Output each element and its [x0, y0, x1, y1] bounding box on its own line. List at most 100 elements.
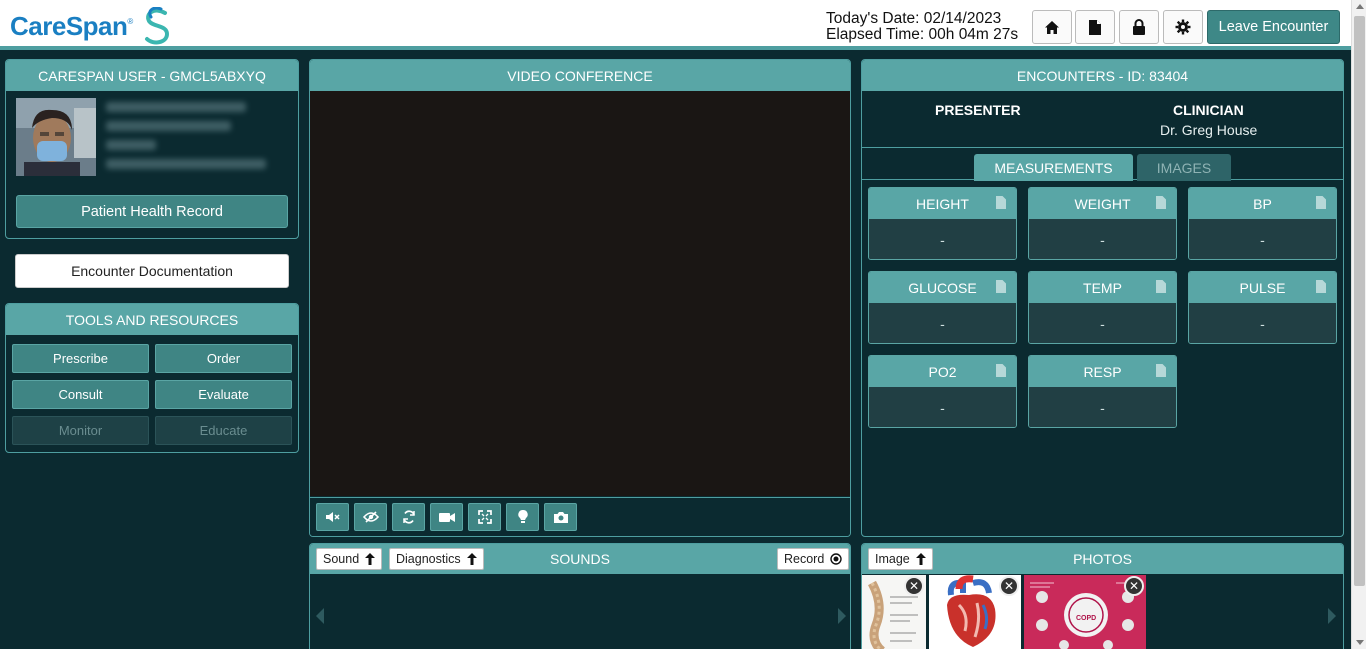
switch-camera-button[interactable]	[392, 503, 425, 531]
consult-button[interactable]: Consult	[12, 380, 149, 409]
video-controls-bar	[310, 497, 850, 536]
video-conference-panel: VIDEO CONFERENCE	[309, 59, 851, 537]
record-button-label: Record	[784, 552, 825, 566]
measurement-value: -	[1189, 303, 1336, 343]
scrollbar-thumb[interactable]	[1354, 16, 1365, 586]
measurement-value: -	[1029, 219, 1176, 259]
measurement-value: -	[1189, 219, 1336, 259]
measurement-value: -	[1029, 387, 1176, 427]
measurement-bp[interactable]: BP -	[1188, 187, 1337, 260]
measurement-height[interactable]: HEIGHT -	[868, 187, 1017, 260]
prescribe-button[interactable]: Prescribe	[12, 344, 149, 373]
light-button[interactable]	[506, 503, 539, 531]
remove-photo-icon[interactable]: ✕	[904, 576, 924, 596]
measurement-value: -	[869, 219, 1016, 259]
snapshot-button[interactable]	[544, 503, 577, 531]
diagnostics-upload-button[interactable]: Diagnostics	[389, 548, 484, 570]
light-icon	[517, 510, 528, 523]
educate-button[interactable]: Educate	[155, 416, 292, 445]
fullscreen-button[interactable]	[468, 503, 501, 531]
sounds-next-icon[interactable]	[838, 608, 846, 624]
elapsed-time: Elapsed Time: 00h 04m 27s	[826, 26, 1019, 43]
photo-thumbnail-spine[interactable]: ✕	[862, 575, 926, 649]
logo-text: CareSpan	[10, 10, 128, 41]
mute-button[interactable]	[316, 503, 349, 531]
video-conference-title: VIDEO CONFERENCE	[310, 60, 850, 91]
hide-video-icon	[362, 511, 379, 523]
logo-registered-mark: ®	[127, 16, 134, 26]
document-icon	[1316, 196, 1326, 209]
top-bar: CareSpan ® Today's Date: 02/14/2023 Elap…	[0, 0, 1351, 50]
order-button[interactable]: Order	[155, 344, 292, 373]
todays-date: Today's Date: 02/14/2023	[826, 10, 1002, 27]
patient-health-record-button[interactable]: Patient Health Record	[16, 195, 288, 228]
image-upload-button[interactable]: Image	[868, 548, 933, 570]
settings-button[interactable]	[1163, 10, 1203, 44]
date-info: Today's Date: 02/14/2023 Elapsed Time: 0…	[826, 11, 1018, 43]
monitor-button[interactable]: Monitor	[12, 416, 149, 445]
photo-thumbnail-copd[interactable]: COPD ✕	[1024, 575, 1146, 649]
sound-upload-button[interactable]: Sound	[316, 548, 383, 570]
measurement-resp[interactable]: RESP -	[1028, 355, 1177, 428]
lock-button[interactable]	[1119, 10, 1159, 44]
record-button[interactable]: Record	[777, 548, 850, 570]
copd-label: COPD	[1076, 615, 1097, 622]
measurement-label: PO2	[928, 363, 957, 380]
document-icon	[1156, 364, 1166, 377]
clinician-name: Dr. Greg House	[1160, 122, 1258, 138]
measurement-po2[interactable]: PO2 -	[868, 355, 1017, 428]
photos-panel: PHOTOS Image ✕ ✕ COPD ✕	[861, 543, 1344, 649]
upload-arrow-icon	[915, 553, 926, 565]
home-button[interactable]	[1032, 10, 1072, 44]
photo-strip: ✕ ✕ COPD ✕	[862, 575, 1343, 649]
measurement-temp[interactable]: TEMP -	[1028, 271, 1177, 344]
page-scrollbar[interactable]	[1351, 0, 1366, 649]
camera-toggle-button[interactable]	[430, 503, 463, 531]
document-button[interactable]	[1075, 10, 1115, 44]
encounter-participants: PRESENTER CLINICIAN Dr. Greg House	[862, 100, 1343, 148]
avatar-image	[16, 98, 96, 176]
document-icon	[1156, 196, 1166, 209]
video-feed[interactable]	[310, 91, 850, 496]
carespan-logo[interactable]: CareSpan ®	[10, 6, 173, 46]
evaluate-button[interactable]: Evaluate	[155, 380, 292, 409]
photos-title: PHOTOS	[862, 544, 1343, 574]
scroll-up-icon[interactable]	[1356, 4, 1364, 9]
document-icon	[996, 196, 1006, 209]
document-icon	[1089, 19, 1101, 35]
remove-photo-icon[interactable]: ✕	[1124, 576, 1144, 596]
snapshot-icon	[553, 512, 568, 523]
sounds-prev-icon[interactable]	[316, 608, 324, 624]
user-panel: CARESPAN USER - GMCL5ABXYQ Patient Healt…	[5, 59, 299, 239]
tab-measurements[interactable]: MEASUREMENTS	[974, 154, 1133, 181]
hide-video-button[interactable]	[354, 503, 387, 531]
record-icon	[830, 553, 842, 565]
leave-encounter-button[interactable]: Leave Encounter	[1207, 10, 1340, 44]
encounter-documentation-button[interactable]: Encounter Documentation	[15, 254, 289, 288]
photo-thumbnail-heart[interactable]: ✕	[929, 575, 1021, 649]
scroll-down-icon[interactable]	[1356, 640, 1364, 645]
document-icon	[996, 364, 1006, 377]
home-icon	[1045, 20, 1059, 34]
measurement-label: TEMP	[1083, 279, 1122, 296]
measurement-weight[interactable]: WEIGHT -	[1028, 187, 1177, 260]
measurement-value: -	[1029, 303, 1176, 343]
remove-photo-icon[interactable]: ✕	[999, 576, 1019, 596]
measurement-label: GLUCOSE	[908, 279, 977, 296]
fullscreen-icon	[477, 510, 492, 524]
measurement-value: -	[869, 303, 1016, 343]
measurement-glucose[interactable]: GLUCOSE -	[868, 271, 1017, 344]
measurement-pulse[interactable]: PULSE -	[1188, 271, 1337, 344]
user-panel-title: CARESPAN USER - GMCL5ABXYQ	[6, 60, 298, 91]
photos-next-icon[interactable]	[1328, 608, 1336, 624]
tab-images[interactable]: IMAGES	[1137, 154, 1231, 181]
document-icon	[1156, 280, 1166, 293]
measurement-label: BP	[1253, 195, 1272, 212]
presenter-label: PRESENTER	[935, 102, 1021, 118]
measurement-label: WEIGHT	[1074, 195, 1131, 212]
lock-icon	[1133, 19, 1145, 35]
measurement-value: -	[869, 387, 1016, 427]
measurement-label: RESP	[1083, 363, 1122, 380]
mute-icon	[325, 512, 340, 522]
upload-arrow-icon	[466, 553, 477, 565]
